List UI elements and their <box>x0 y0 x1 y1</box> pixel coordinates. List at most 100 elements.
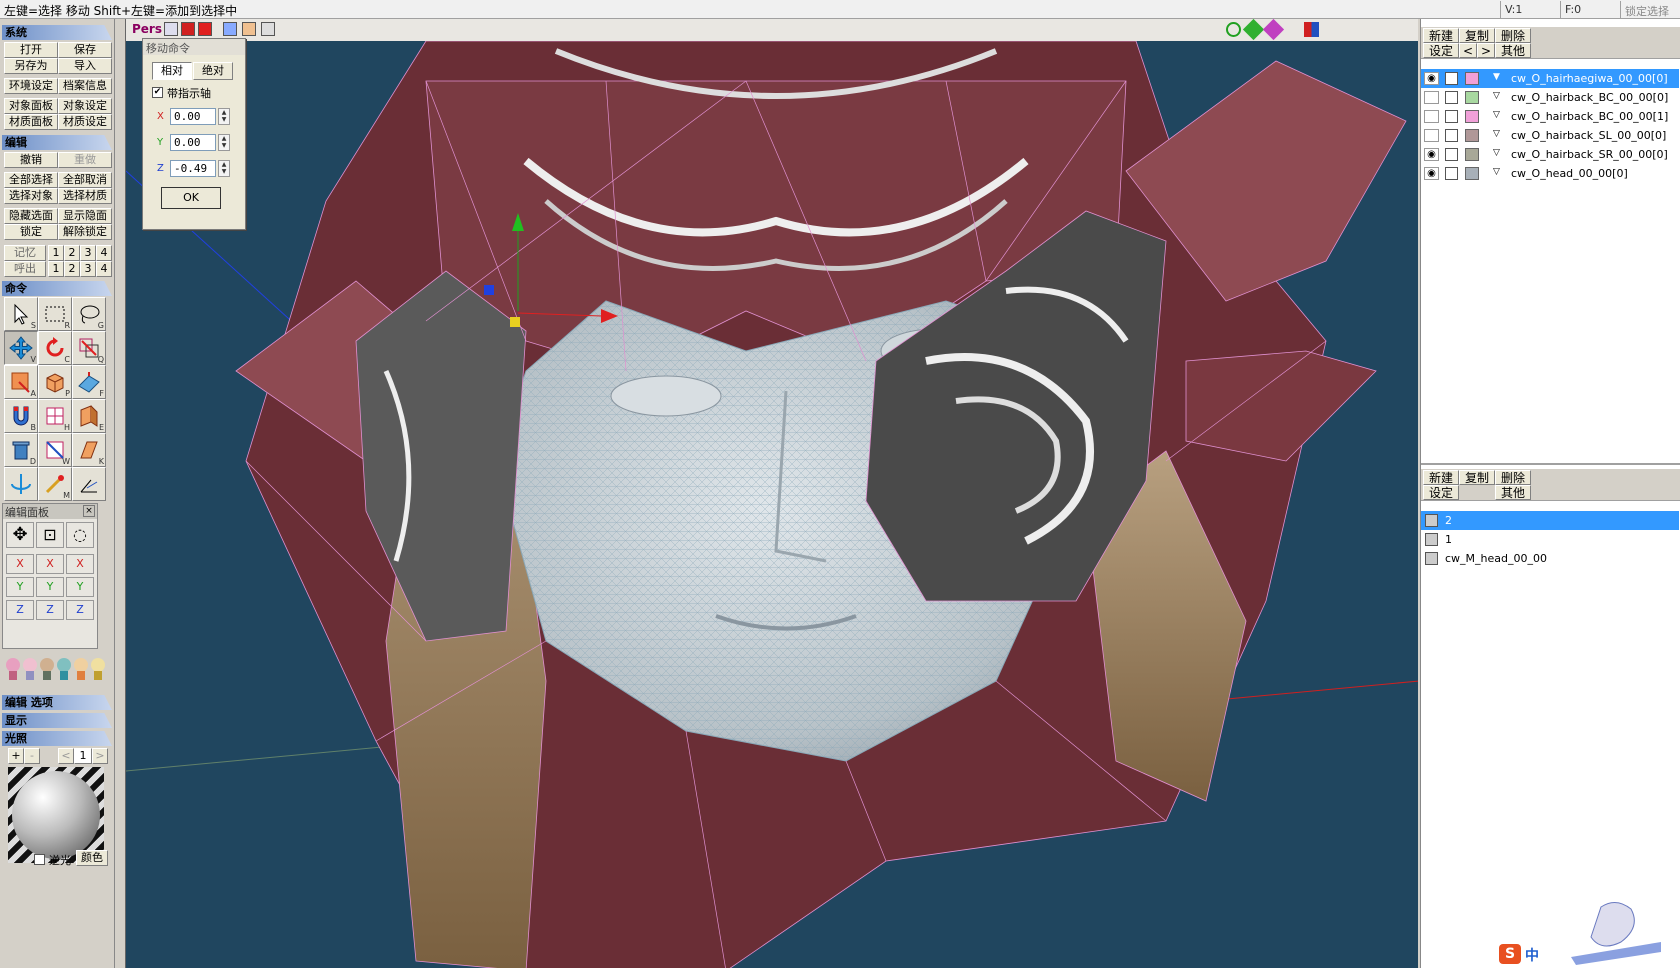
z-spinner[interactable]: ▲ ▼ <box>218 160 230 177</box>
eye-icon[interactable]: ◉ <box>1424 148 1439 161</box>
section-command[interactable]: 命令 <box>2 281 112 296</box>
color-mode-icon[interactable] <box>1304 22 1319 37</box>
collapse-arrow-icon[interactable]: ▽ <box>1493 148 1500 158</box>
object-color-swatch[interactable] <box>1465 129 1479 142</box>
move-mode-icon[interactable]: ✥ <box>6 522 34 548</box>
3d-viewport[interactable]: Pers <box>125 19 1418 968</box>
redo-button[interactable]: 重做 <box>58 152 112 168</box>
with-axis-checkbox[interactable]: ✔ <box>152 87 163 98</box>
section-system[interactable]: 系统 <box>2 25 112 40</box>
axis-x-scale[interactable]: X <box>36 554 64 574</box>
eye-hidden-icon[interactable] <box>1424 91 1439 104</box>
select-object-button[interactable]: 选择对象 <box>4 188 58 204</box>
object-row[interactable]: ◉ ▽ cw_O_hairback_SR_00_00[0] <box>1421 145 1679 164</box>
section-edit-options[interactable]: 编辑 选项 <box>2 695 112 710</box>
lock-checkbox[interactable] <box>1445 167 1458 180</box>
rotate-mode-icon[interactable]: ◌ <box>66 522 94 548</box>
collapse-arrow-icon[interactable]: ▽ <box>1493 110 1500 120</box>
axis-x-rotate[interactable]: X <box>66 554 94 574</box>
absolute-tab[interactable]: 绝对 <box>193 62 233 80</box>
recall-slot-2[interactable]: 2 <box>64 261 80 277</box>
collapse-arrow-icon[interactable]: ▽ <box>1493 167 1500 177</box>
x-input[interactable]: 0.00 <box>170 108 216 125</box>
file-info-button[interactable]: 档案信息 <box>58 78 112 94</box>
object-row[interactable]: ▽ cw_O_hairback_SL_00_00[0] <box>1421 126 1679 145</box>
ok-button[interactable]: OK <box>161 187 221 209</box>
model-render[interactable] <box>126 41 1418 968</box>
undo-button[interactable]: 撤销 <box>4 152 58 168</box>
lock-checkbox[interactable] <box>1445 129 1458 142</box>
memory-slot-4[interactable]: 4 <box>96 245 112 261</box>
object-other-button[interactable]: 其他 <box>1495 43 1531 58</box>
delete-tool[interactable]: D <box>4 433 38 467</box>
select-tool[interactable]: S <box>4 297 38 331</box>
hide-face-button[interactable]: 隐藏选面 <box>4 208 58 224</box>
eye-hidden-icon[interactable] <box>1424 110 1439 123</box>
memory-slot-2[interactable]: 2 <box>64 245 80 261</box>
face-tool[interactable]: F <box>72 365 106 399</box>
object-color-swatch[interactable] <box>1465 167 1479 180</box>
open-button[interactable]: 打开 <box>4 42 58 58</box>
object-color-swatch[interactable] <box>1465 110 1479 123</box>
lock-button[interactable]: 锁定 <box>4 224 58 240</box>
object-delete-button[interactable]: 删除 <box>1495 28 1531 43</box>
light-prev-button[interactable]: < <box>58 748 74 764</box>
axis-z-scale[interactable]: Z <box>36 600 64 620</box>
zoom-icon[interactable] <box>1226 22 1241 37</box>
lock-checkbox[interactable] <box>1445 91 1458 104</box>
collapse-arrow-icon[interactable]: ▽ <box>1493 129 1500 139</box>
vertex-add-tool[interactable]: A <box>4 365 38 399</box>
axis-y-scale[interactable]: Y <box>36 577 64 597</box>
material-settings-button[interactable]: 材质设定 <box>58 114 112 130</box>
copy-view-icon[interactable] <box>261 22 275 36</box>
close-icon[interactable]: × <box>83 505 95 517</box>
rotate-view-icon[interactable] <box>1262 19 1285 41</box>
y-spinner[interactable]: ▲ ▼ <box>218 134 230 151</box>
recall-slot-3[interactable]: 3 <box>80 261 96 277</box>
camera-icon[interactable] <box>223 22 237 36</box>
lock-checkbox[interactable] <box>1445 72 1458 85</box>
expand-arrow-icon[interactable]: ▼ <box>1493 72 1500 82</box>
object-row[interactable]: ◉ ▼ cw_O_hairhaegiwa_00_00[0] <box>1421 69 1679 88</box>
material-panel-button[interactable]: 材质面板 <box>4 114 58 130</box>
brush-tool[interactable]: M <box>38 467 72 501</box>
move-tool[interactable]: V <box>4 331 38 365</box>
rect-select-tool[interactable]: R <box>38 297 72 331</box>
material-row[interactable]: 2 <box>1421 511 1679 530</box>
material-settings-button[interactable]: 设定 <box>1423 485 1459 500</box>
save-button[interactable]: 保存 <box>58 42 112 58</box>
eye-hidden-icon[interactable] <box>1424 129 1439 142</box>
pan-icon[interactable] <box>1242 19 1265 41</box>
wire-toggle-icon[interactable] <box>181 22 195 36</box>
object-row[interactable]: ◉ ▽ cw_O_head_00_00[0] <box>1421 164 1679 183</box>
scale-tool[interactable]: Q <box>72 331 106 365</box>
object-color-swatch[interactable] <box>1465 72 1479 85</box>
rotate-tool[interactable]: C <box>38 331 72 365</box>
axis-z-move[interactable]: Z <box>6 600 34 620</box>
light-remove-button[interactable]: - <box>24 748 40 764</box>
light-add-button[interactable]: + <box>8 748 24 764</box>
section-light[interactable]: 光照 <box>2 731 112 746</box>
y-input[interactable]: 0.00 <box>170 134 216 151</box>
material-color-swatch[interactable] <box>1425 552 1438 565</box>
panel-divider[interactable] <box>1421 463 1680 465</box>
material-color-swatch[interactable] <box>1425 514 1438 527</box>
lasso-tool[interactable]: G <box>72 297 106 331</box>
knife-tool[interactable]: H <box>38 399 72 433</box>
deselect-all-button[interactable]: 全部取消 <box>58 172 112 188</box>
ime-mode[interactable]: 中 <box>1525 945 1539 965</box>
eye-icon[interactable]: ◉ <box>1424 72 1439 85</box>
object-copy-button[interactable]: 复制 <box>1459 28 1495 43</box>
relative-tab[interactable]: 相对 <box>152 62 192 80</box>
polygon-tool[interactable]: P <box>38 365 72 399</box>
object-prev-button[interactable]: < <box>1459 43 1477 58</box>
save-as-button[interactable]: 另存为 <box>4 58 58 74</box>
show-hidden-button[interactable]: 显示隐面 <box>58 208 112 224</box>
object-settings-button[interactable]: 对象设定 <box>58 98 112 114</box>
eye-icon[interactable]: ◉ <box>1424 167 1439 180</box>
object-panel-button[interactable]: 对象面板 <box>4 98 58 114</box>
object-new-button[interactable]: 新建 <box>1423 28 1459 43</box>
section-edit[interactable]: 编辑 <box>2 135 112 150</box>
backlight-checkbox[interactable] <box>34 854 45 865</box>
layer-icon[interactable] <box>242 22 256 36</box>
